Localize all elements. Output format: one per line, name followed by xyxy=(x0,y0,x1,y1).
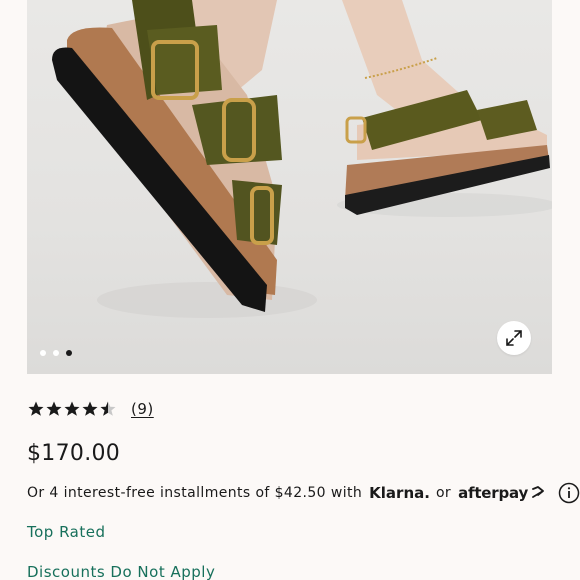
star-rating xyxy=(27,400,117,418)
carousel-dot[interactable] xyxy=(40,350,46,356)
expand-image-button[interactable] xyxy=(497,321,531,355)
star-full-icon xyxy=(64,401,80,416)
afterpay-logo: afterpay xyxy=(458,484,546,502)
carousel-dot-active[interactable] xyxy=(66,350,72,356)
info-button[interactable] xyxy=(558,482,580,504)
star-full-icon xyxy=(82,401,98,416)
product-photo xyxy=(52,0,552,318)
afterpay-label: afterpay xyxy=(458,484,529,502)
review-count-link[interactable]: (9) xyxy=(131,400,154,418)
carousel-indicator[interactable] xyxy=(40,350,72,356)
product-price: $170.00 xyxy=(27,441,121,466)
afterpay-arrows-icon xyxy=(532,486,544,498)
installments-or: or xyxy=(435,485,452,501)
star-half-icon xyxy=(100,401,116,416)
product-image-gallery[interactable] xyxy=(27,0,552,374)
klarna-logo: Klarna. xyxy=(369,484,430,502)
star-full-icon xyxy=(46,401,62,416)
top-rated-badge: Top Rated xyxy=(27,523,106,541)
installments-message: Or 4 interest-free installments of $42.5… xyxy=(27,482,580,504)
installments-text: Or 4 interest-free installments of $42.5… xyxy=(27,485,363,501)
rating-row: (9) xyxy=(27,400,154,418)
carousel-dot[interactable] xyxy=(53,350,59,356)
discounts-notice: Discounts Do Not Apply xyxy=(27,563,216,580)
expand-icon xyxy=(506,330,522,346)
star-full-icon xyxy=(28,401,44,416)
info-icon xyxy=(558,482,580,504)
